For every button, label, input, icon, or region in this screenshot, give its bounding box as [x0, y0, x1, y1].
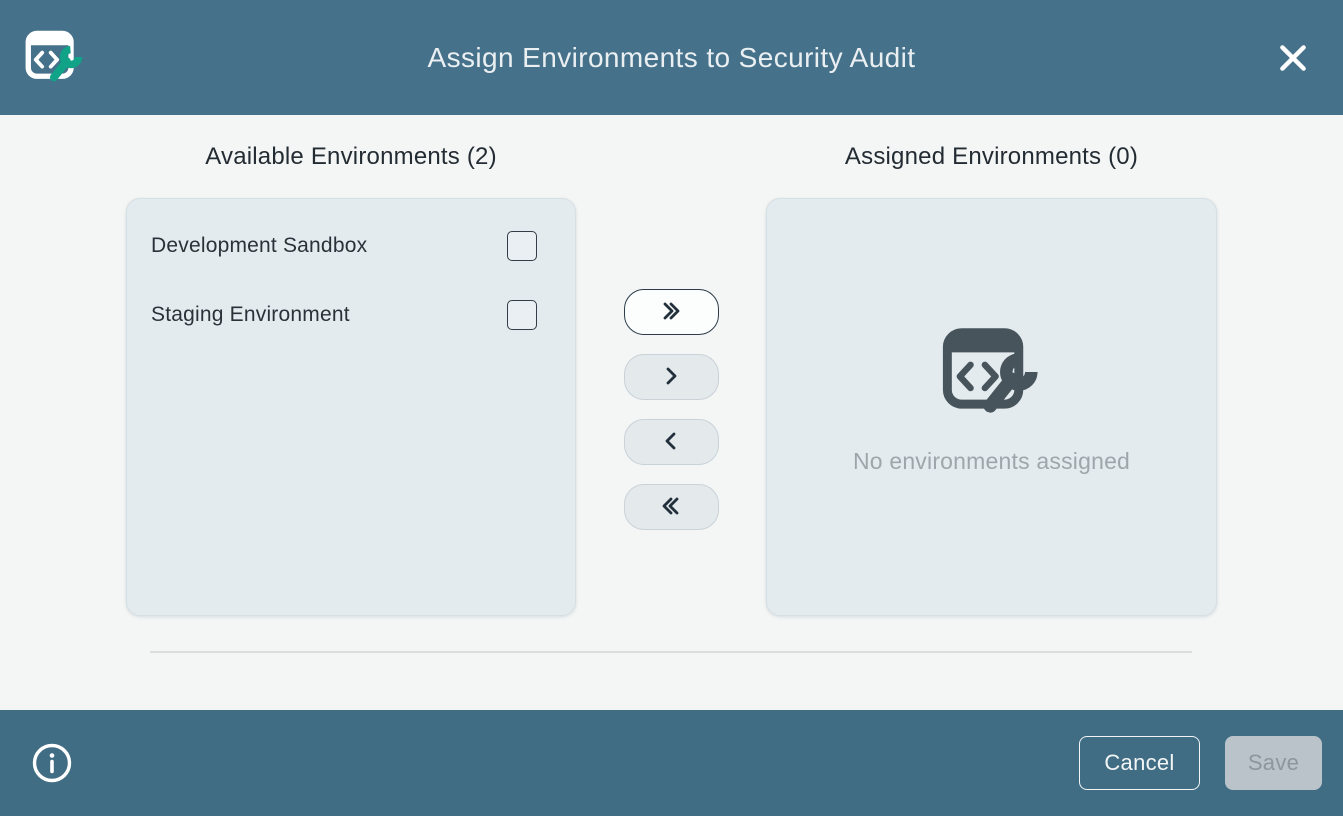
cancel-button[interactable]: Cancel [1079, 736, 1200, 790]
environment-list-item: Development Sandbox [127, 211, 575, 280]
environment-checkbox[interactable] [507, 300, 537, 330]
dialog-title: Assign Environments to Security Audit [428, 42, 916, 74]
dialog-footer: Cancel Save [0, 710, 1343, 816]
empty-state-text: No environments assigned [853, 448, 1130, 475]
app-logo-code-window-wrench-icon [24, 26, 86, 88]
chevron-right-icon [660, 365, 682, 390]
move-all-left-button[interactable] [624, 484, 719, 530]
move-all-right-button[interactable] [624, 289, 719, 335]
dialog-body: Available Environments (2) Assigned Envi… [0, 115, 1343, 710]
empty-state-code-window-wrench-icon [940, 322, 1044, 422]
assigned-environments-panel: No environments assigned [766, 198, 1217, 616]
dialog-header: Assign Environments to Security Audit [0, 0, 1343, 115]
save-button[interactable]: Save [1225, 736, 1322, 790]
environment-name: Development Sandbox [151, 234, 367, 258]
assigned-environments-title: Assigned Environments (0) [766, 143, 1217, 198]
available-environments-list: Development Sandbox Staging Environment [127, 199, 575, 349]
transfer-controls [576, 198, 766, 616]
environment-checkbox[interactable] [507, 231, 537, 261]
double-chevron-right-icon [658, 300, 684, 325]
chevron-left-icon [660, 430, 682, 455]
assign-environments-dialog: Assign Environments to Security Audit Av… [0, 0, 1343, 816]
double-chevron-left-icon [658, 495, 684, 520]
close-icon[interactable] [1269, 34, 1317, 82]
environment-list-item: Staging Environment [127, 280, 575, 349]
dual-list-layout: Available Environments (2) Assigned Envi… [126, 115, 1217, 616]
move-left-button[interactable] [624, 419, 719, 465]
available-environments-panel: Development Sandbox Staging Environment [126, 198, 576, 616]
environment-name: Staging Environment [151, 303, 350, 327]
footer-divider [150, 651, 1192, 653]
info-icon[interactable] [30, 741, 74, 785]
move-right-button[interactable] [624, 354, 719, 400]
available-environments-title: Available Environments (2) [126, 143, 576, 198]
